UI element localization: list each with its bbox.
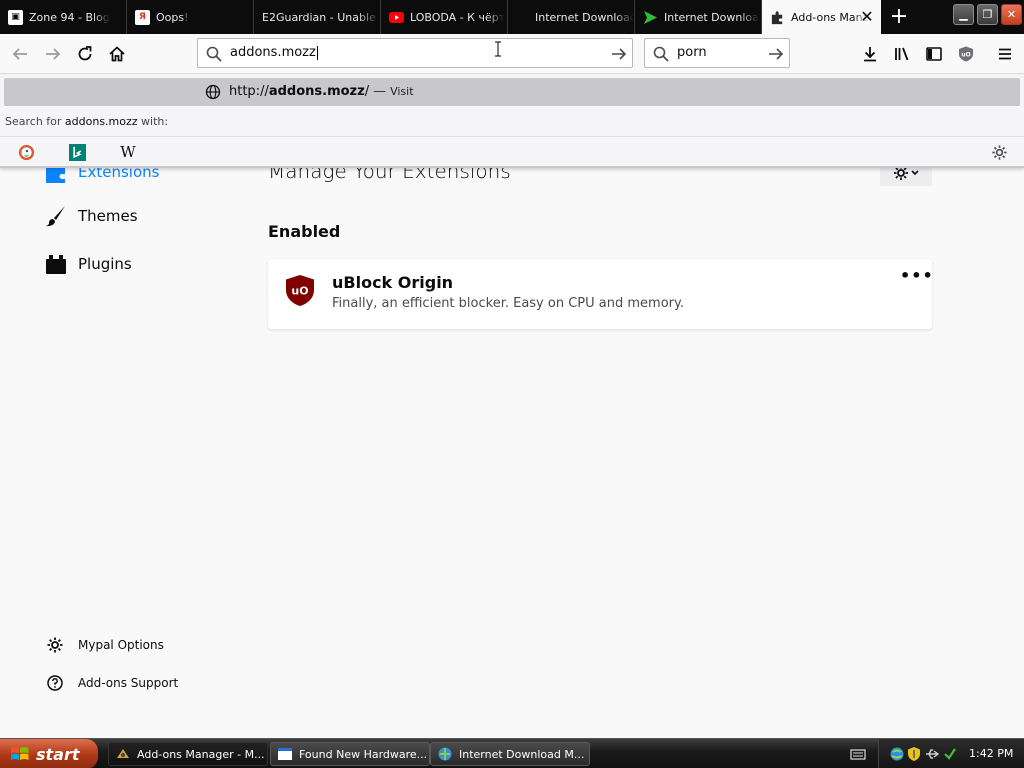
download-icon	[864, 47, 876, 62]
addons-support-link[interactable]: Add-ons Support	[46, 674, 178, 692]
network-globe-icon[interactable]	[889, 746, 905, 762]
wikipedia-icon[interactable]: W	[119, 143, 137, 161]
window-app-icon	[278, 748, 292, 760]
forward-button[interactable]	[39, 40, 67, 68]
tab-e2guardian[interactable]: E2Guardian - Unable t	[254, 0, 381, 34]
text-cursor-icon	[495, 41, 501, 57]
taskbar-button-found-new-hardware[interactable]: Found New Hardware...	[270, 742, 430, 766]
plugin-icon	[46, 255, 66, 274]
reload-icon	[78, 46, 92, 61]
yandex-icon: Я	[135, 9, 150, 25]
zone94-icon: ▣	[8, 9, 23, 25]
search-for-label: Search for addons.mozz with:	[5, 115, 169, 128]
clock: 1:42 PM	[969, 747, 1014, 760]
downloads-button[interactable]	[856, 40, 884, 68]
search-bar[interactable]: porn	[644, 38, 790, 68]
start-button[interactable]: start	[0, 739, 98, 768]
windows-flag-icon	[11, 747, 29, 760]
extension-name: uBlock Origin	[332, 273, 454, 292]
search-icon	[206, 46, 222, 62]
tools-menu-button[interactable]	[880, 168, 932, 186]
svg-text:uO: uO	[961, 52, 970, 59]
extension-description: Finally, an efficient blocker. Easy on C…	[332, 296, 684, 311]
windows-taskbar: start Add-ons Manager - M... Found New H…	[0, 738, 1024, 768]
tab-addons-manager[interactable]: Add-ons Mana ✕	[762, 0, 881, 34]
close-window-button[interactable]: ✕	[1001, 4, 1022, 25]
puzzle-icon	[770, 10, 785, 25]
library-button[interactable]	[888, 40, 916, 68]
suggestion-action: Visit	[390, 85, 414, 98]
ublock-origin-icon: uO	[286, 275, 314, 306]
usb-icon[interactable]	[924, 746, 940, 762]
tab-internet-download-2[interactable]: Internet Downloa	[635, 0, 762, 34]
mypal-options-link[interactable]: Mypal Options	[46, 636, 164, 654]
puzzle-icon	[46, 168, 65, 183]
addons-manager-page: Extensions Themes Plugins Manage Your Ex…	[0, 168, 1024, 738]
tab-strip: ▣ Zone 94 - Blog Я Oops! E2Guardian - Un…	[0, 0, 1024, 34]
tab-internet-download-1[interactable]: Internet Download	[508, 0, 635, 34]
tab-oops[interactable]: Я Oops!	[127, 0, 254, 34]
tab-zone94[interactable]: ▣ Zone 94 - Blog	[0, 0, 127, 34]
idm-arrow-icon	[643, 10, 658, 25]
search-go-arrow-icon[interactable]	[767, 45, 785, 63]
page-title: Manage Your Extensions	[268, 168, 511, 183]
hamburger-menu-icon	[999, 48, 1011, 60]
url-bar[interactable]: addons.mozz	[197, 38, 633, 68]
sidebar-item-extensions[interactable]: Extensions	[44, 168, 159, 184]
back-arrow-icon	[12, 48, 27, 60]
tab-loboda[interactable]: LOBODA - К чёрт	[381, 0, 508, 34]
idm-globe-icon	[438, 747, 452, 761]
sidebar-icon	[926, 47, 942, 61]
go-arrow-icon[interactable]	[610, 45, 628, 63]
maximize-button[interactable]: ❐	[977, 4, 998, 25]
svg-text:uO: uO	[291, 285, 308, 298]
search-settings-icon[interactable]	[990, 143, 1008, 161]
globe-icon	[205, 84, 221, 100]
ublock-icon: uO	[959, 46, 973, 62]
sidebar-item-plugins[interactable]: Plugins	[44, 252, 132, 276]
new-tab-button[interactable]: +	[886, 3, 912, 31]
gear-icon	[894, 168, 919, 180]
search-icon	[653, 46, 669, 62]
idm-tray-icon[interactable]	[942, 746, 958, 762]
security-shield-icon[interactable]	[906, 746, 922, 762]
system-tray: 1:42 PM	[878, 739, 1024, 768]
brush-icon	[46, 206, 65, 227]
suggestion-url: http://addons.mozz/— Visit	[229, 84, 414, 99]
duckduckgo-icon[interactable]	[17, 143, 35, 161]
home-icon	[109, 46, 125, 62]
forward-arrow-icon	[46, 48, 61, 60]
url-autocomplete-popup: http://addons.mozz/— Visit Search for add…	[0, 74, 1024, 168]
search-input[interactable]: porn	[677, 45, 707, 60]
navigation-toolbar: addons.mozz porn uO	[0, 34, 1024, 74]
minimize-button[interactable]: ▁	[953, 4, 974, 25]
extension-card[interactable]: uO uBlock Origin Finally, an efficient b…	[268, 259, 933, 329]
library-icon	[895, 47, 909, 61]
url-input[interactable]: addons.mozz	[230, 45, 318, 60]
taskbar-button-internet-download-manager[interactable]: Internet Download M...	[430, 742, 590, 766]
back-button[interactable]	[6, 40, 34, 68]
keyboard-icon[interactable]	[850, 747, 866, 761]
youtube-icon	[389, 10, 404, 25]
reload-button[interactable]	[71, 40, 99, 68]
more-options-button[interactable]: •••	[900, 268, 933, 289]
menu-button[interactable]	[991, 40, 1019, 68]
bing-icon[interactable]	[68, 143, 86, 161]
close-tab-icon[interactable]: ✕	[859, 9, 875, 25]
suggestion-row[interactable]: http://addons.mozz/— Visit	[4, 78, 1020, 106]
help-icon	[47, 675, 63, 691]
enabled-section-heading: Enabled	[268, 222, 341, 241]
taskbar-button-addons-manager[interactable]: Add-ons Manager - M...	[108, 742, 268, 766]
sidebar-item-themes[interactable]: Themes	[44, 204, 138, 228]
ublock-toolbar-button[interactable]: uO	[952, 40, 980, 68]
one-off-search-engines: W	[0, 136, 1024, 166]
mypal-app-icon	[117, 749, 129, 758]
sidebar-button[interactable]	[920, 40, 948, 68]
home-button[interactable]	[103, 40, 131, 68]
gear-icon	[47, 637, 63, 653]
